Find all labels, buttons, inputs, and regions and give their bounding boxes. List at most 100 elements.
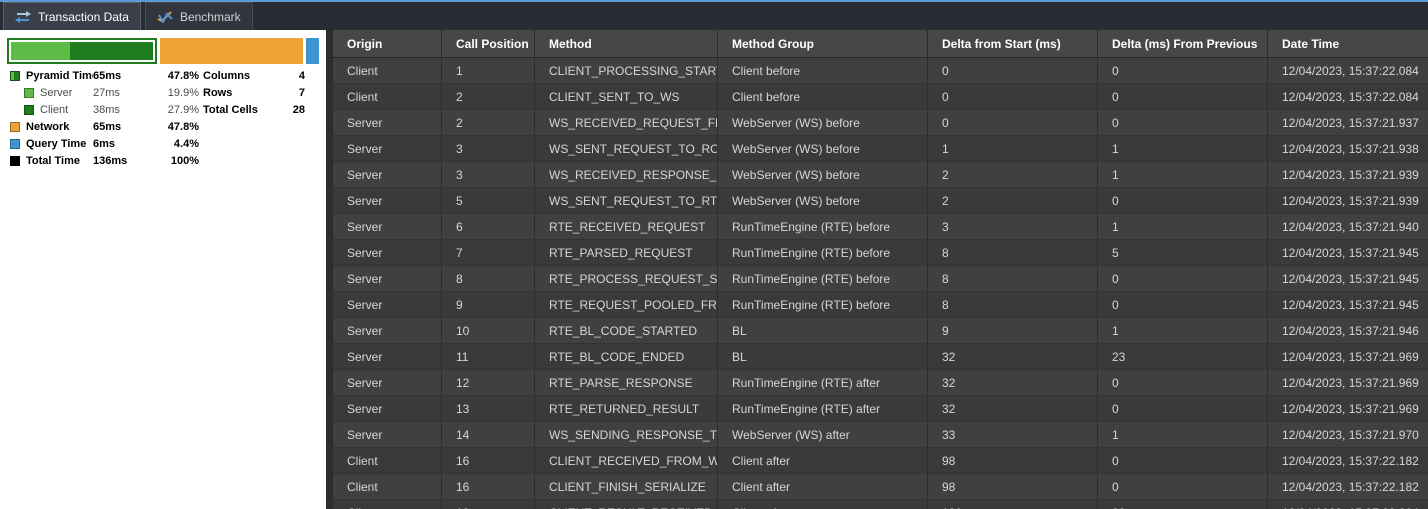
column-header-call-position[interactable]: Call Position [442,30,535,57]
benchmark-summary-panel: Pyramid Time 65ms 47.8% Server 27ms 19.9… [0,30,326,509]
table-row[interactable]: Client 16 CLIENT_RECEIVED_FROM_WS Client… [333,448,1428,474]
table-row[interactable]: Server 9 RTE_REQUEST_POOLED_FROM_QUEUE R… [333,292,1428,318]
cell-delta-start: 0 [928,58,1098,83]
cell-delta-start: 98 [928,448,1098,473]
cell-date-time: 12/04/2023, 15:37:22.182 [1282,479,1419,494]
cell-call-position: 11 [442,344,535,369]
legend-value: 38ms [93,103,120,116]
cell-delta-previous: 1 [1098,318,1268,343]
cell-call-position: 3 [442,136,535,161]
table-row[interactable]: Server 6 RTE_RECEIVED_REQUEST RunTimeEng… [333,214,1428,240]
cell-delta-previous: 1 [1098,136,1268,161]
cell-method: WS_SENT_REQUEST_TO_ROUTER [535,136,718,161]
table-row[interactable]: Server 14 WS_SENDING_RESPONSE_TO_CLIENT … [333,422,1428,448]
cell-date-time: 12/04/2023, 15:37:21.969 [1282,401,1419,416]
tab-transaction-data[interactable]: Transaction Data [3,2,141,30]
tab-benchmark[interactable]: Benchmark [144,2,253,30]
legend-label: Query Time [26,137,87,150]
cell-call-position: 16 [442,474,535,499]
cell-delta-previous: 1 [1098,214,1268,239]
cell-method: RTE_PROCESS_REQUEST_STARTED [535,266,718,291]
app-window: Transaction Data Benchmark Pyramid Time … [0,0,1428,509]
stats-value: 4 [298,69,305,82]
bar-segment-client [70,42,154,60]
column-header-method-group[interactable]: Method Group [718,30,928,57]
cell-origin: Server [333,292,442,317]
cell-origin: Server [333,188,442,213]
cell-delta-previous: 0 [1098,188,1268,213]
cell-date-time: 12/04/2023, 15:37:22.084 [1282,63,1419,78]
column-header-method[interactable]: Method [535,30,718,57]
cell-origin: Client [333,474,442,499]
cell-date-time: 12/04/2023, 15:37:21.938 [1282,141,1419,156]
legend-label: Client [40,103,69,116]
cell-date-time: 12/04/2023, 15:37:22.084 [1282,89,1419,104]
table-row[interactable]: Client 16 CLIENT_FINISH_SERIALIZE Client… [333,474,1428,500]
cell-date-time: 12/04/2023, 15:37:21.937 [1282,115,1419,130]
cell-origin: Server [333,136,442,161]
cell-delta-start: 32 [928,370,1098,395]
table-row[interactable]: Server 2 WS_RECEIVED_REQUEST_FROM_CLIENT… [333,110,1428,136]
stats-row: Total Cells 28 [203,101,305,118]
table-row[interactable]: Server 11 RTE_BL_CODE_ENDED BL 32 23 12/… [333,344,1428,370]
table-row[interactable]: Server 8 RTE_PROCESS_REQUEST_STARTED Run… [333,266,1428,292]
stats-label: Rows [203,86,233,99]
legend-row: Pyramid Time 65ms 47.8% [10,67,199,84]
legend-value: 6ms [93,137,116,150]
legend-percent: 4.4% [173,137,199,150]
table-row[interactable]: Server 13 RTE_RETURNED_RESULT RunTimeEng… [333,396,1428,422]
legend-label: Server [40,86,73,99]
table-row[interactable]: Server 5 WS_SENT_REQUEST_TO_RTE WebServe… [333,188,1428,214]
cell-delta-start: 8 [928,292,1098,317]
stats-row: Columns 4 [203,67,305,84]
table-body: Client 1 CLIENT_PROCESSING_START Client … [333,58,1428,509]
cell-origin: Client [333,58,442,83]
cell-method-group: WebServer (WS) before [718,110,928,135]
cell-delta-start: 32 [928,344,1098,369]
bar-segment-query-time [305,38,319,64]
table-row[interactable]: Server 12 RTE_PARSE_RESPONSE RunTimeEngi… [333,370,1428,396]
cell-origin: Client [333,500,442,509]
column-header-delta-previous[interactable]: Delta (ms) From Previous [1098,30,1268,57]
legend-swatch-icon [10,70,20,81]
table-row[interactable]: Server 3 WS_SENT_REQUEST_TO_ROUTER WebSe… [333,136,1428,162]
table-row[interactable]: Server 10 RTE_BL_CODE_STARTED BL 9 1 12/… [333,318,1428,344]
column-header-date-time[interactable]: Date Time [1268,30,1428,57]
legend-percent: 27.9% [167,103,199,116]
cell-date-time: 12/04/2023, 15:37:21.939 [1282,193,1419,208]
table-row[interactable]: Client 2 CLIENT_SENT_TO_WS Client before… [333,84,1428,110]
cell-origin: Server [333,422,442,447]
table-row[interactable]: Client 18 CLIENT_RESULT_RECEIVED Client … [333,500,1428,509]
cell-delta-start: 9 [928,318,1098,343]
cell-delta-start: 3 [928,214,1098,239]
cell-method-group: Client after [718,500,928,509]
legend-swatch-icon [24,104,34,115]
table-row[interactable]: Server 3 WS_RECEIVED_RESPONSE_FROM_ROUTE… [333,162,1428,188]
cell-method-group: WebServer (WS) after [718,422,928,447]
table-row[interactable]: Client 1 CLIENT_PROCESSING_START Client … [333,58,1428,84]
cell-date-time: 12/04/2023, 15:37:22.204 [1268,500,1428,509]
column-header-origin[interactable]: Origin [333,30,442,57]
column-header-delta-start[interactable]: Delta from Start (ms) [928,30,1098,57]
grid-stats: Columns 4 Rows 7 Total Cells 28 [203,67,305,118]
cell-method-group: BL [718,344,928,369]
cell-method: WS_SENDING_RESPONSE_TO_CLIENT [535,422,718,447]
cell-origin: Client [333,448,442,473]
cell-method-group: Client after [718,474,928,499]
cell-method: RTE_RETURNED_RESULT [535,396,718,421]
cell-method-group: WebServer (WS) before [718,188,928,213]
legend-label: Total Time [26,154,80,167]
cell-call-position: 7 [442,240,535,265]
cell-method-group: Client before [718,84,928,109]
cell-origin: Server [333,266,442,291]
table-row[interactable]: Server 7 RTE_PARSED_REQUEST RunTimeEngin… [333,240,1428,266]
cell-delta-previous: 23 [1098,344,1268,369]
legend-value: 27ms [93,86,120,99]
legend-row: Client 38ms 27.9% [10,101,199,118]
cell-date-time: 12/04/2023, 15:37:21.939 [1282,167,1419,182]
cell-method-group: Client before [718,58,928,83]
cell-method: RTE_PARSE_RESPONSE [535,370,718,395]
cell-method: CLIENT_RESULT_RECEIVED [535,500,718,509]
cell-method-group: WebServer (WS) before [718,162,928,187]
cell-delta-previous: 0 [1098,474,1268,499]
